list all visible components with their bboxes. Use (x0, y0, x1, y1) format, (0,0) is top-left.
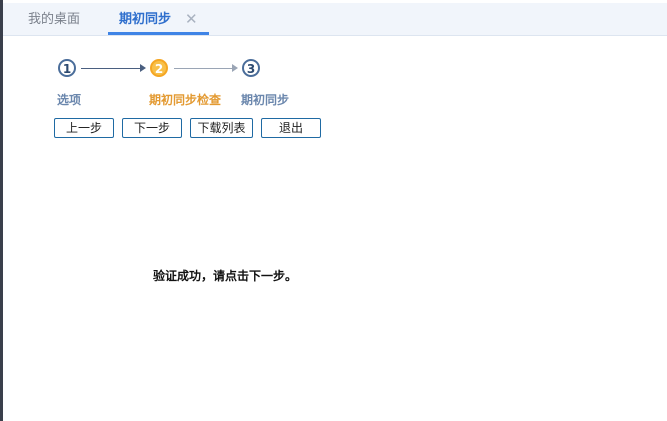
arrow-right-icon (140, 64, 146, 72)
download-list-button[interactable]: 下载列表 (190, 118, 253, 138)
step-2-label: 期初同步检查 (149, 93, 222, 107)
tab-bar: 我的桌面 期初同步 ✕ (3, 3, 667, 36)
tab-initial-sync[interactable]: 期初同步 ✕ (108, 3, 209, 35)
prev-step-button[interactable]: 上一步 (54, 118, 114, 138)
step-3-circle: 3 (242, 59, 260, 77)
step-connector-2 (174, 68, 232, 69)
tab-my-desktop[interactable]: 我的桌面 (28, 3, 80, 35)
step-1-label: 选项 (57, 93, 82, 107)
status-message: 验证成功，请点击下一步。 (153, 269, 298, 283)
exit-button[interactable]: 退出 (261, 118, 321, 138)
tab-my-desktop-label: 我的桌面 (28, 12, 81, 27)
arrow-right-icon (232, 64, 238, 72)
close-icon[interactable]: ✕ (185, 3, 198, 35)
step-1-circle: 1 (58, 59, 76, 77)
tab-initial-sync-label: 期初同步 (119, 12, 172, 27)
step-2-circle: 2 (150, 59, 168, 77)
window-left-edge (0, 0, 3, 421)
step-3-label: 期初同步 (241, 93, 290, 107)
step-connector-1 (81, 68, 140, 69)
next-step-button[interactable]: 下一步 (122, 118, 182, 138)
